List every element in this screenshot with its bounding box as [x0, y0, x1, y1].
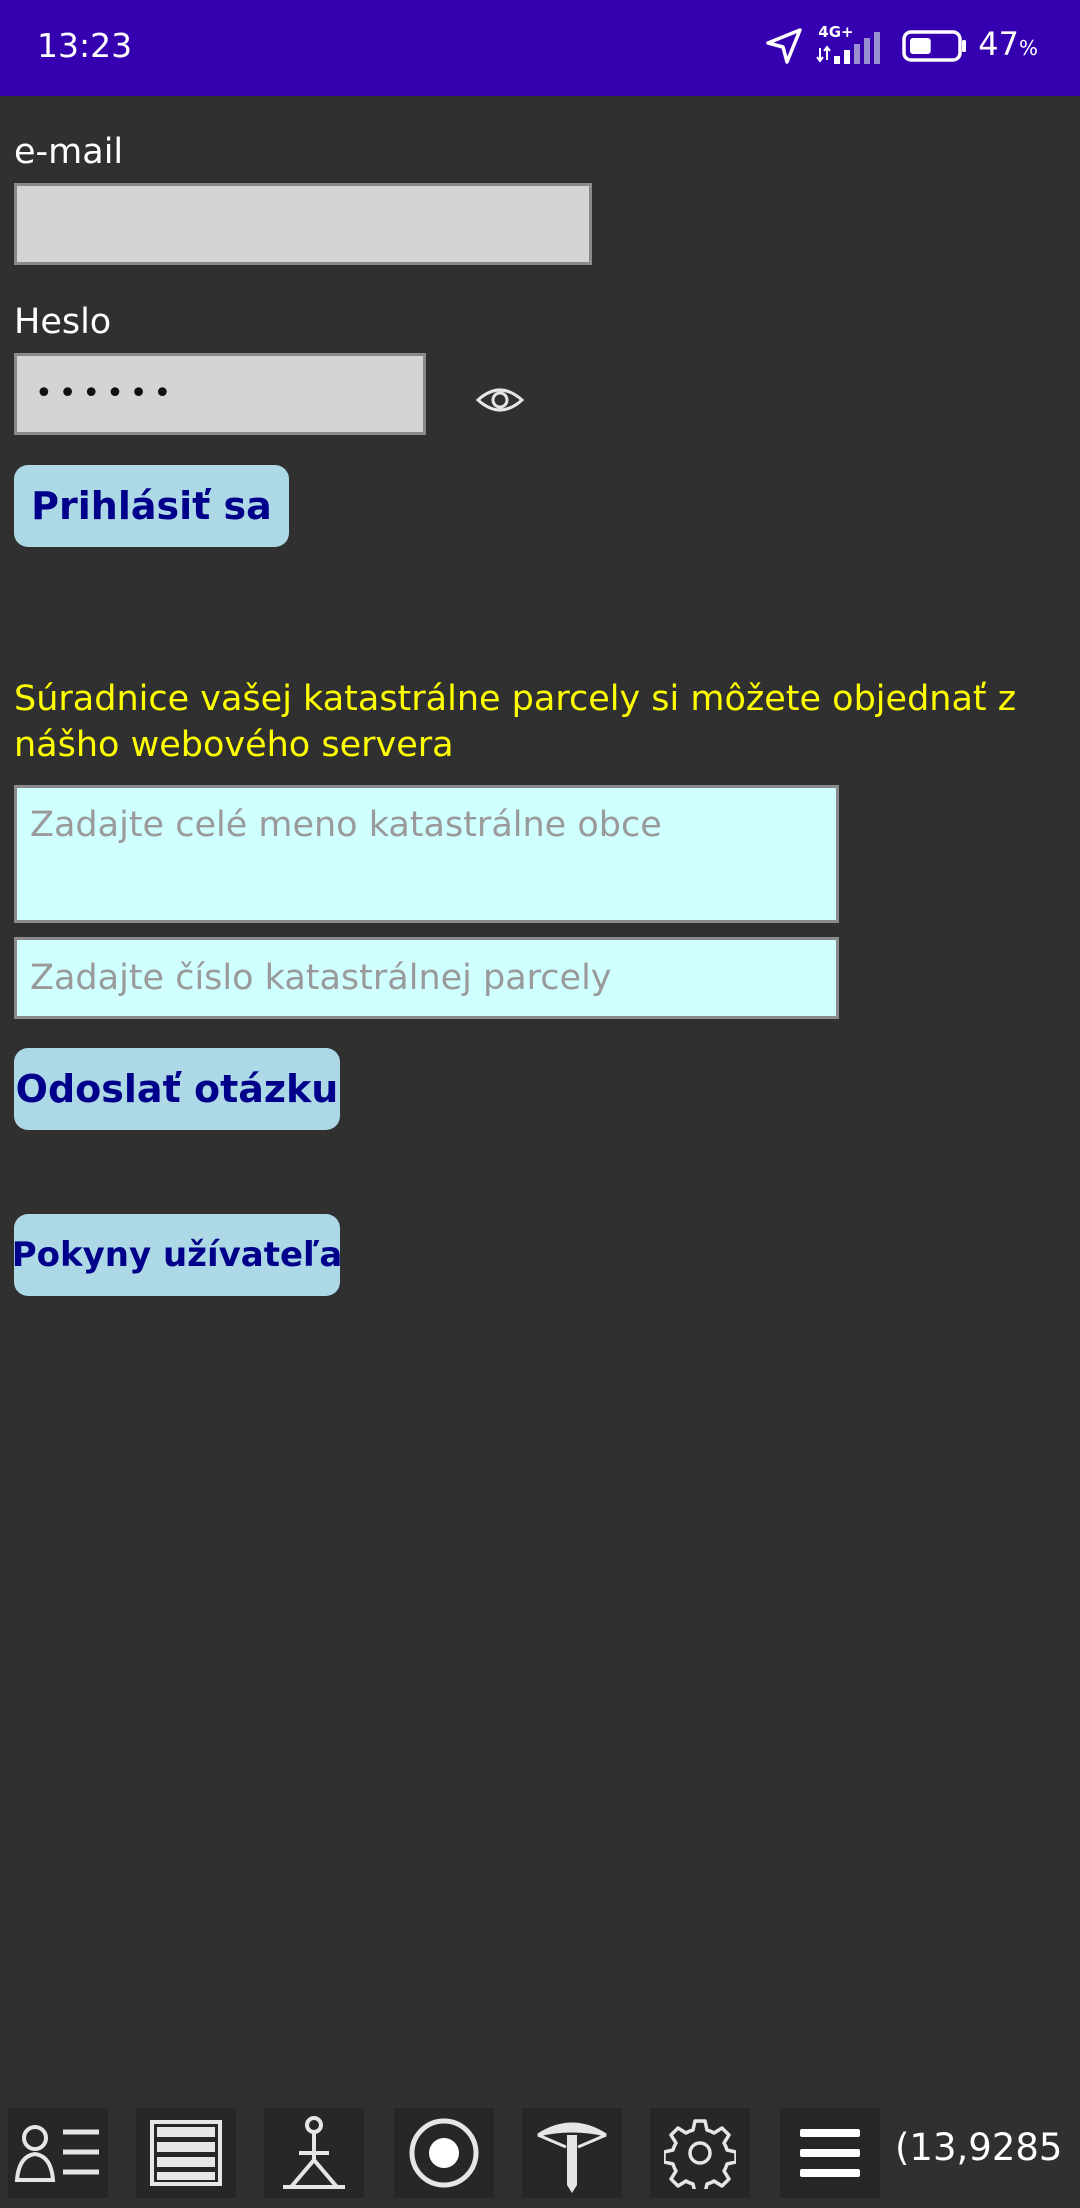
info-text: Súradnice vašej katastrálne parcely si m…: [14, 679, 1017, 765]
toolbar-layers-button[interactable]: [136, 2108, 236, 2198]
app-screen: 13:23 4G+ 47% e-mail Heslo •••••• Prihlá…: [0, 0, 1080, 2208]
send-question-button[interactable]: Odoslať otázku: [14, 1048, 340, 1130]
password-label: Heslo: [14, 302, 112, 342]
signal-icon: 4G+: [816, 24, 882, 68]
parcel-number-input[interactable]: [14, 937, 839, 1019]
cadastral-area-input[interactable]: [14, 785, 839, 923]
toolbar-user-list-button[interactable]: [8, 2108, 108, 2198]
user-list-icon: [13, 2118, 103, 2188]
survey-point-icon: [279, 2115, 349, 2191]
email-field[interactable]: [14, 183, 592, 265]
mushroom-marker-icon: [534, 2113, 610, 2193]
status-bar: 13:23 4G+ 47%: [0, 0, 1080, 96]
battery-percent: 47%: [978, 25, 1038, 63]
toolbar-marker-button[interactable]: [522, 2108, 622, 2198]
user-guide-button[interactable]: Pokyny užívateľa: [12, 1214, 342, 1296]
coordinate-readout: (13,9285: [895, 2126, 1063, 2169]
email-label: e-mail: [14, 132, 124, 172]
login-button[interactable]: Prihlásiť sa: [14, 465, 289, 547]
toolbar-target-button[interactable]: [394, 2108, 494, 2198]
menu-icon: [798, 2125, 862, 2181]
status-time: 13:23: [37, 26, 133, 65]
layers-icon: [148, 2118, 224, 2188]
gear-icon: [664, 2117, 736, 2189]
toolbar-settings-button[interactable]: [650, 2108, 750, 2198]
battery-icon: [902, 29, 968, 63]
toolbar-menu-button[interactable]: [780, 2108, 880, 2198]
eye-icon: [475, 383, 525, 421]
password-field[interactable]: ••••••: [14, 353, 426, 435]
status-icons: 4G+ 47%: [764, 22, 1038, 70]
location-arrow-icon: [764, 26, 804, 66]
target-icon: [406, 2115, 482, 2191]
toolbar-survey-button[interactable]: [264, 2108, 364, 2198]
battery-unit: %: [1018, 36, 1038, 60]
show-password-button[interactable]: [473, 380, 527, 424]
